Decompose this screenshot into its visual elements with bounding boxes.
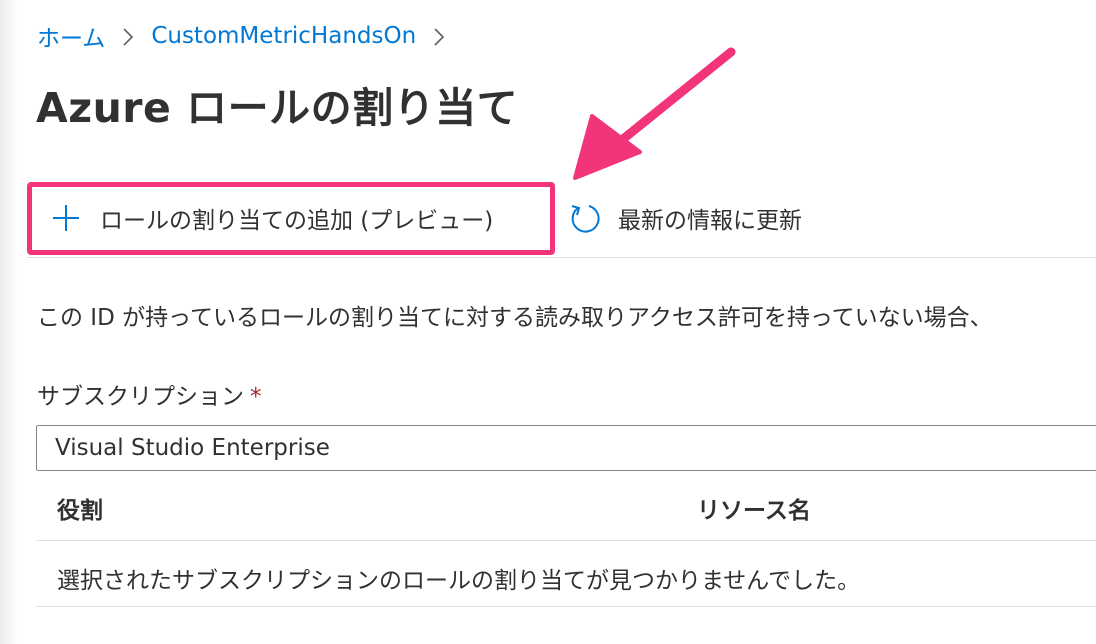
breadcrumb-home-link[interactable]: ホーム [37, 19, 105, 53]
plus-icon [48, 200, 84, 236]
subscription-label: サブスクリプション * [37, 377, 262, 411]
table-bottom-divider [36, 606, 1096, 607]
required-marker: * [250, 384, 262, 410]
add-role-assignment-button[interactable]: ロールの割り当ての追加 (プレビュー) [48, 196, 493, 240]
info-text: この ID が持っているロールの割り当てに対する読み取りアクセス許可を持っていな… [37, 305, 993, 331]
subscription-selected-value: Visual Studio Enterprise [55, 435, 330, 461]
breadcrumb: ホーム CustomMetricHandsOn [37, 18, 462, 54]
subscription-label-text: サブスクリプション [37, 384, 244, 410]
refresh-button[interactable]: 最新の情報に更新 [566, 196, 802, 240]
column-header-role[interactable]: 役割 [57, 491, 103, 525]
page: ホーム CustomMetricHandsOn Azure ロールの割り当て ロ… [0, 0, 1096, 644]
add-role-assignment-label: ロールの割り当ての追加 (プレビュー) [100, 208, 494, 234]
page-title: Azure ロールの割り当て [36, 84, 519, 132]
subscription-dropdown[interactable]: Visual Studio Enterprise [36, 425, 1096, 471]
chevron-right-icon [105, 24, 151, 49]
left-panel-edge [0, 0, 18, 644]
chevron-right-icon [416, 24, 462, 49]
refresh-icon [566, 199, 604, 237]
refresh-label: 最新の情報に更新 [618, 208, 802, 234]
table-empty-message: 選択されたサブスクリプションのロールの割り当てが見つかりませんでした。 [57, 568, 861, 594]
toolbar-divider [27, 257, 1096, 258]
table-header-divider [36, 540, 1096, 541]
breadcrumb-resource-link[interactable]: CustomMetricHandsOn [151, 23, 416, 49]
column-header-resource-name[interactable]: リソース名 [697, 491, 811, 525]
